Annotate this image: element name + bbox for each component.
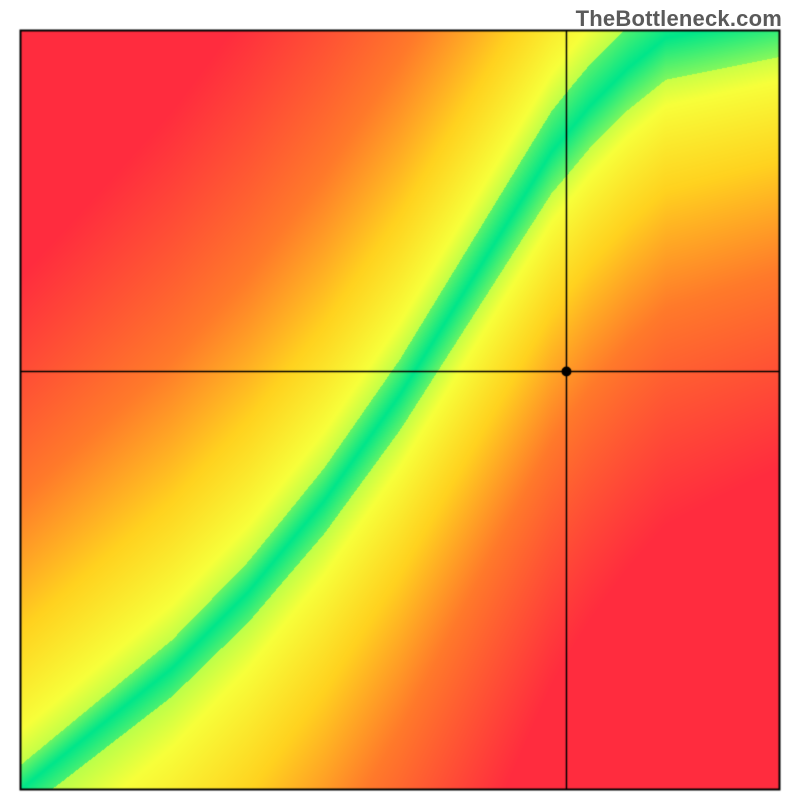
attribution-label: TheBottleneck.com [576, 6, 782, 32]
bottleneck-chart: TheBottleneck.com [0, 0, 800, 800]
heatmap-canvas [0, 0, 800, 800]
